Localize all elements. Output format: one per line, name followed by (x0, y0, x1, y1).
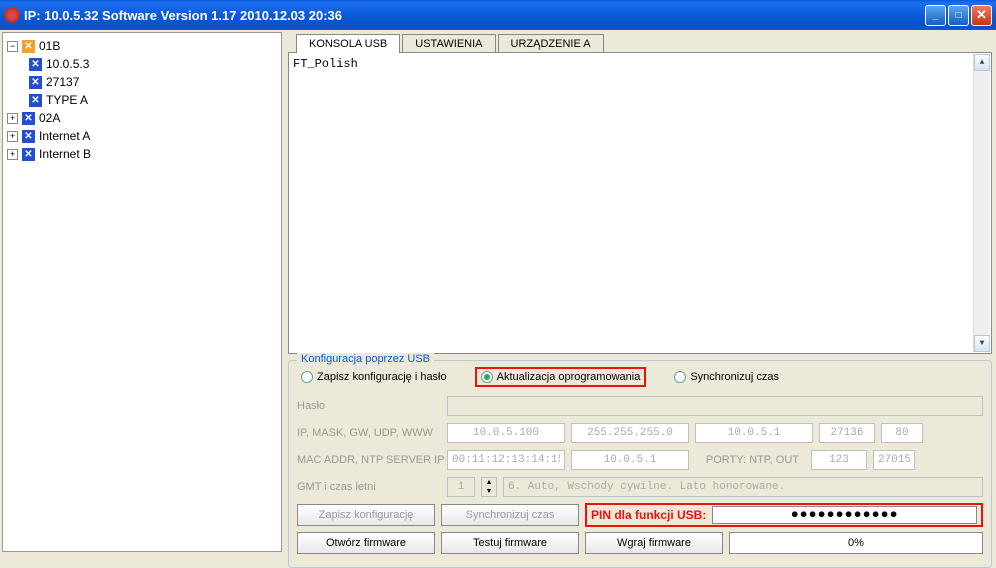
row-mac: MAC ADDR, NTP SERVER IP PORTY: NTP, OUT (297, 449, 983, 471)
label-password: Hasło (297, 400, 447, 412)
udp-input (819, 423, 875, 443)
tree-label: 02A (39, 111, 60, 125)
tab-konsola-usb[interactable]: KONSOLA USB (296, 34, 400, 53)
group-title: Konfiguracja poprzez USB (297, 353, 434, 365)
gw-input (695, 423, 813, 443)
window-titlebar: IP: 10.0.5.32 Software Version 1.17 2010… (0, 0, 996, 30)
row-gmt: GMT i czas letni ▲▼ (297, 476, 983, 498)
label-mac: MAC ADDR, NTP SERVER IP (297, 454, 447, 466)
window-title: IP: 10.0.5.32 Software Version 1.17 2010… (24, 8, 925, 23)
spin-down-icon: ▼ (482, 487, 496, 496)
node-icon: ✕ (22, 148, 35, 161)
sync-time-button: Synchronizuj czas (441, 504, 579, 526)
gmt-spinner: ▲▼ (481, 477, 497, 497)
tree-label: TYPE A (46, 93, 88, 107)
row-password: Hasło (297, 395, 983, 417)
radio-icon (481, 371, 493, 383)
open-firmware-button[interactable]: Otwórz firmware (297, 532, 435, 554)
expand-icon[interactable]: + (7, 131, 18, 142)
close-button[interactable]: ✕ (971, 5, 992, 26)
app-icon (4, 7, 20, 23)
tree-node-port[interactable]: ✕ 27137 (13, 73, 277, 91)
progress-bar: 0% (729, 532, 983, 554)
tree-label: Internet B (39, 147, 91, 161)
tree-children: ✕ 10.0.5.3 ✕ 27137 ✕ TYPE A (13, 55, 277, 109)
upload-firmware-button[interactable]: Wgraj firmware (585, 532, 723, 554)
expand-icon[interactable]: + (7, 149, 18, 160)
tree-node-internet-b[interactable]: + ✕ Internet B (7, 145, 277, 163)
www-input (881, 423, 923, 443)
password-input (447, 396, 983, 416)
console-text: FT_Polish (293, 57, 358, 71)
scroll-up-icon[interactable]: ▲ (974, 54, 990, 71)
button-row-1: Zapisz konfigurację Synchronizuj czas PI… (297, 503, 983, 527)
tab-urzadzenie-a[interactable]: URZĄDZENIE A (498, 34, 604, 53)
radio-icon (301, 371, 313, 383)
label-gmt: GMT i czas letni (297, 481, 447, 493)
ip-input (447, 423, 565, 443)
maximize-button[interactable]: □ (948, 5, 969, 26)
node-icon: ✕ (22, 112, 35, 125)
radio-icon (674, 371, 686, 383)
device-tree: − ✕ 01B ✕ 10.0.5.3 ✕ 27137 ✕ TYP (7, 37, 277, 163)
pin-group: PIN dla funkcji USB: (585, 503, 983, 527)
tree-sidebar: − ✕ 01B ✕ 10.0.5.3 ✕ 27137 ✕ TYP (2, 32, 282, 552)
port-out-input (873, 450, 915, 470)
radio-label: Synchronizuj czas (690, 371, 779, 383)
tree-label: 10.0.5.3 (46, 57, 89, 71)
scrollbar[interactable]: ▲ ▼ (973, 54, 990, 352)
ntp-input (571, 450, 689, 470)
tree-label: 01B (39, 39, 60, 53)
content-panel: KONSOLA USB USTAWIENIA URZĄDZENIE A FT_P… (284, 30, 996, 554)
radio-row: Zapisz konfigurację i hasło Aktualizacja… (297, 367, 983, 387)
dst-select (503, 477, 983, 497)
gmt-spinner-input (447, 477, 475, 497)
pin-input[interactable] (712, 506, 977, 524)
usb-config-group: Konfiguracja poprzez USB Zapisz konfigur… (288, 360, 992, 568)
radio-firmware-update[interactable]: Aktualizacja oprogramowania (475, 367, 647, 387)
radio-label: Aktualizacja oprogramowania (497, 371, 641, 383)
minimize-button[interactable]: _ (925, 5, 946, 26)
radio-save-config[interactable]: Zapisz konfigurację i hasło (297, 369, 451, 385)
tree-label: 27137 (46, 75, 79, 89)
radio-sync-time[interactable]: Synchronizuj czas (670, 369, 783, 385)
node-icon: ✕ (29, 76, 42, 89)
tree-node-internet-a[interactable]: + ✕ Internet A (7, 127, 277, 145)
main-layout: − ✕ 01B ✕ 10.0.5.3 ✕ 27137 ✕ TYP (0, 30, 996, 554)
node-icon: ✕ (22, 130, 35, 143)
device-icon: ✕ (22, 40, 35, 53)
row-ip: IP, MASK, GW, UDP, WWW (297, 422, 983, 444)
tree-node-type[interactable]: ✕ TYPE A (13, 91, 277, 109)
button-row-2: Otwórz firmware Testuj firmware Wgraj fi… (297, 532, 983, 554)
tree-node-02a[interactable]: + ✕ 02A (7, 109, 277, 127)
scroll-down-icon[interactable]: ▼ (974, 335, 990, 352)
node-icon: ✕ (29, 58, 42, 71)
mask-input (571, 423, 689, 443)
tree-label: Internet A (39, 129, 90, 143)
port-ntp-input (811, 450, 867, 470)
tab-ustawienia[interactable]: USTAWIENIA (402, 34, 495, 53)
label-ip: IP, MASK, GW, UDP, WWW (297, 427, 447, 439)
save-config-button: Zapisz konfigurację (297, 504, 435, 526)
node-icon: ✕ (29, 94, 42, 107)
tree-node-ip[interactable]: ✕ 10.0.5.3 (13, 55, 277, 73)
radio-label: Zapisz konfigurację i hasło (317, 371, 447, 383)
collapse-icon[interactable]: − (7, 41, 18, 52)
mac-input (447, 450, 565, 470)
label-porty: PORTY: NTP, OUT (695, 454, 805, 466)
console-output[interactable]: FT_Polish ▲ ▼ (288, 52, 992, 354)
expand-icon[interactable]: + (7, 113, 18, 124)
tab-bar: KONSOLA USB USTAWIENIA URZĄDZENIE A (296, 34, 992, 53)
spin-up-icon: ▲ (482, 478, 496, 487)
tree-node-01b[interactable]: − ✕ 01B (7, 37, 277, 55)
window-buttons: _ □ ✕ (925, 5, 992, 26)
test-firmware-button[interactable]: Testuj firmware (441, 532, 579, 554)
pin-label: PIN dla funkcji USB: (591, 508, 706, 522)
